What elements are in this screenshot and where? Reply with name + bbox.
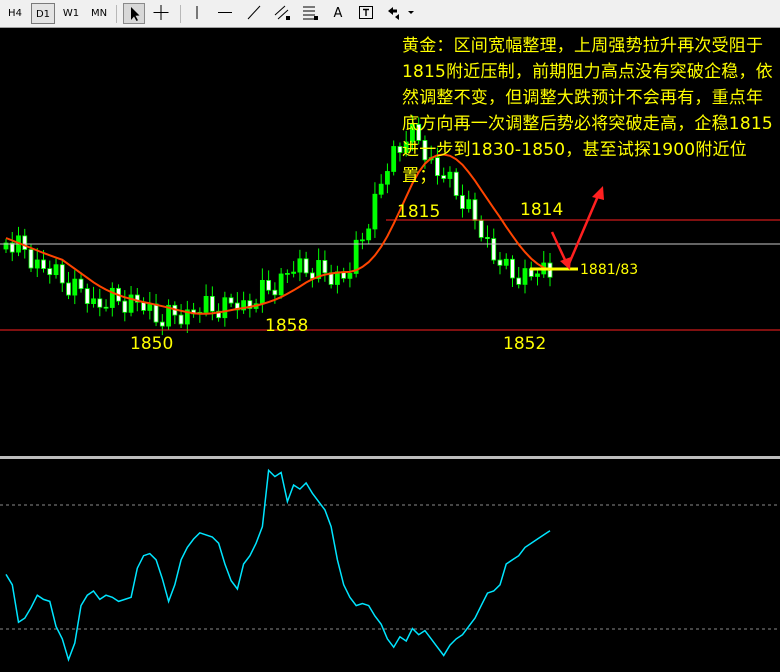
timeframe-h4-button[interactable]: H4 <box>4 3 26 24</box>
bear-candle <box>485 237 490 239</box>
bull-candle <box>34 259 40 269</box>
bear-candle <box>178 314 184 325</box>
bear-candle <box>159 321 165 327</box>
bull-candle <box>366 228 372 241</box>
bull-candle <box>259 280 265 305</box>
analysis-comment: 黄金：区间宽幅整理，上周强势拉升再次受阻于1815附近压制，前期阻力高点没有突破… <box>402 36 773 186</box>
bull-candle <box>297 258 303 273</box>
bull-candle <box>203 296 209 313</box>
toolbar-separator <box>116 5 117 23</box>
bear-candle <box>22 235 28 250</box>
price-label-1881-83: 1881/83 <box>580 262 639 278</box>
bear-candle <box>303 258 309 274</box>
bull-candle <box>284 272 290 275</box>
bull-candle <box>391 146 397 172</box>
bull-candle <box>378 183 384 195</box>
bear-candle <box>78 278 84 290</box>
timeframe-w1-button[interactable]: W1 <box>59 3 83 24</box>
bull-candle <box>535 273 540 277</box>
bear-candle <box>209 296 215 312</box>
text-icon[interactable]: A <box>327 3 349 24</box>
chart-toolbar: H4 D1 W1 MN A <box>0 0 780 28</box>
bear-candle <box>497 259 503 266</box>
horizontal-line-icon[interactable] <box>214 3 236 24</box>
bear-candle <box>460 195 465 209</box>
bear-candle <box>153 303 159 323</box>
bear-candle <box>272 289 278 296</box>
bear-candle <box>28 249 34 269</box>
crosshair-icon[interactable] <box>150 3 172 24</box>
bull-candle <box>278 273 284 296</box>
bear-candle <box>66 282 71 296</box>
bear-candle <box>141 301 146 311</box>
bull-candle <box>147 303 153 311</box>
bear-candle <box>97 298 103 308</box>
bear-candle <box>510 258 515 279</box>
bull-candle <box>53 264 59 276</box>
arrows-icon[interactable] <box>383 3 417 24</box>
bear-candle <box>103 306 109 309</box>
vertical-line-icon[interactable] <box>186 3 208 24</box>
fibonacci-icon[interactable] <box>299 3 321 24</box>
bull-candle <box>291 271 297 274</box>
bull-candle <box>72 278 78 296</box>
bear-candle <box>122 300 128 313</box>
equidistant-channel-icon[interactable] <box>271 3 293 24</box>
bear-candle <box>516 277 522 285</box>
bear-candle <box>84 288 90 304</box>
bear-candle <box>228 297 234 304</box>
bull-candle <box>385 171 390 185</box>
bear-candle <box>472 199 478 221</box>
text-label-icon[interactable] <box>355 3 377 24</box>
bear-candle <box>47 268 53 276</box>
price-label-1815: 1815 <box>397 202 441 222</box>
timeframe-d1-button[interactable]: D1 <box>31 3 55 24</box>
bull-candle <box>372 193 378 230</box>
bull-candle <box>360 239 365 242</box>
price-label-1850: 1850 <box>130 334 174 354</box>
bull-candle <box>466 199 472 209</box>
timeframe-mn-button[interactable]: MN <box>87 3 111 24</box>
price-label-1814: 1814 <box>520 200 564 220</box>
bear-candle <box>266 280 272 291</box>
price-label-1858: 1858 <box>265 316 309 336</box>
up-arrow <box>566 186 604 267</box>
bull-candle <box>347 273 353 279</box>
bear-candle <box>491 238 497 261</box>
bear-candle <box>322 260 328 274</box>
pane-separator <box>0 456 780 459</box>
bull-candle <box>91 298 96 304</box>
bull-candle <box>503 258 509 266</box>
bull-candle <box>222 297 228 319</box>
toolbar-separator <box>180 5 181 23</box>
bear-candle <box>41 259 46 269</box>
indicator-line <box>5 468 551 663</box>
price-label-1852: 1852 <box>503 334 547 354</box>
bull-candle <box>522 268 528 285</box>
bear-candle <box>478 220 484 238</box>
cursor-icon[interactable] <box>123 3 145 24</box>
bear-candle <box>59 264 65 284</box>
trendline-icon[interactable] <box>243 3 265 24</box>
